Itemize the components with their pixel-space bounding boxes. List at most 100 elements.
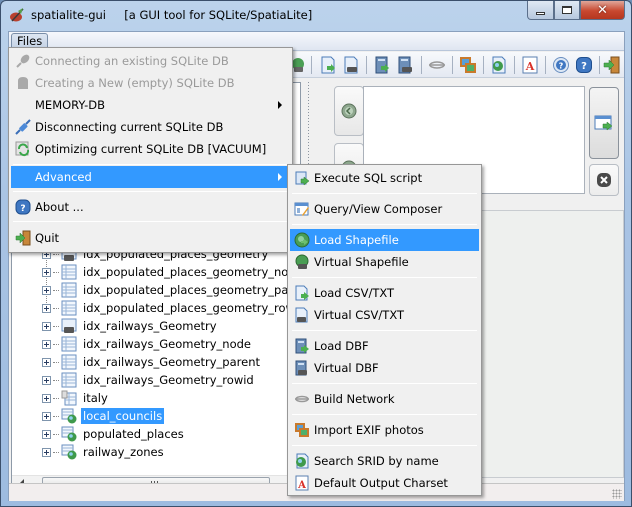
tree-connector — [53, 451, 59, 453]
tree-item-label: idx_populated_places_geometry_parent — [83, 283, 312, 297]
menu-item-label: Search SRID by name — [314, 454, 439, 468]
svg-text:?: ? — [20, 204, 25, 214]
menu-item-virtual-csv[interactable]: Virtual CSV/TXT — [290, 304, 479, 326]
expand-icon[interactable] — [42, 393, 51, 403]
toolbar-separator — [483, 56, 484, 74]
menu-separator — [292, 414, 477, 415]
expand-icon[interactable] — [42, 285, 51, 295]
svg-text:?: ? — [581, 61, 587, 72]
toolbar-help-icon[interactable]: ? — [552, 56, 570, 74]
tree-item[interactable]: populated_places — [42, 425, 186, 443]
submenu-arrow-icon — [278, 101, 282, 109]
menu-item-memory-db[interactable]: MEMORY-DB — [11, 94, 290, 116]
menu-item-about[interactable]: ? About ... — [11, 196, 290, 218]
view-icon — [61, 390, 77, 406]
expand-icon[interactable] — [42, 267, 51, 277]
tree-item-label: local_councils — [81, 408, 165, 424]
menu-item-label: Import EXIF photos — [314, 423, 424, 437]
close-button[interactable]: ✕ — [580, 1, 625, 20]
toolbar-virtual-dbf-icon[interactable] — [396, 56, 414, 74]
menu-item-label: Load CSV/TXT — [314, 286, 395, 300]
tree-item[interactable]: idx_populated_places_geometry_node — [42, 263, 305, 281]
clear-sql-button[interactable] — [589, 164, 619, 196]
minimize-button[interactable] — [527, 1, 554, 20]
expand-icon[interactable] — [42, 447, 51, 457]
tree-item[interactable]: railway_zones — [42, 443, 166, 461]
tree-item[interactable]: idx_railways_Geometry_rowid — [42, 371, 256, 389]
maximize-button[interactable] — [554, 1, 580, 20]
back-arrow-icon — [341, 103, 357, 119]
menu-item-build-network[interactable]: Build Network — [290, 388, 479, 410]
toolbar-quit-icon[interactable] — [603, 56, 621, 74]
geometry-table-icon — [61, 426, 77, 442]
tree-item-label: idx_railways_Geometry — [83, 319, 217, 333]
menu-item-virtual-dbf[interactable]: Virtual DBF — [290, 357, 479, 379]
title-bar[interactable]: spatialite-gui [a GUI tool for SQLite/Sp… — [1, 1, 631, 31]
toolbar-output-charset-icon[interactable]: A — [521, 56, 539, 74]
resize-grip-icon[interactable] — [612, 489, 622, 499]
tree-item-label: populated_places — [83, 427, 184, 441]
expand-icon[interactable] — [42, 339, 51, 349]
toolbar-import-exif-icon[interactable] — [459, 56, 477, 74]
menu-item-label: Optimizing current SQLite DB [VACUUM] — [35, 142, 267, 156]
tree-item-selected[interactable]: local_councils — [42, 407, 165, 425]
tree-connector — [53, 415, 59, 417]
expand-icon[interactable] — [42, 429, 51, 439]
menu-separator — [292, 445, 477, 446]
toolbar-load-csv-icon[interactable] — [319, 56, 337, 74]
menu-item-connect-db[interactable]: Connecting an existing SQLite DB — [11, 50, 290, 72]
tree-item[interactable]: italy — [42, 389, 110, 407]
expand-icon[interactable] — [42, 321, 51, 331]
minimize-icon — [536, 11, 545, 15]
virtual-dbf-icon — [295, 360, 307, 376]
expand-icon[interactable] — [42, 375, 51, 385]
menu-separator — [292, 277, 477, 278]
table-icon — [61, 336, 77, 352]
tree-connector — [53, 433, 59, 435]
menu-item-query-view-composer[interactable]: Query/View Composer — [290, 198, 479, 220]
expand-icon[interactable] — [42, 303, 51, 313]
menu-item-execute-sql-script[interactable]: Execute SQL script — [290, 167, 479, 189]
tree-connector — [53, 271, 59, 273]
query-composer-icon — [294, 202, 309, 216]
tree-item[interactable]: idx_populated_places_geometry_parent — [42, 281, 314, 299]
table-icon — [61, 264, 77, 280]
menu-item-load-csv[interactable]: Load CSV/TXT — [290, 282, 479, 304]
app-feather-icon — [10, 8, 24, 22]
load-csv-icon — [295, 285, 309, 301]
execute-sql-button[interactable] — [589, 87, 619, 159]
table-icon — [61, 300, 77, 316]
toolbar-search-srid-icon[interactable] — [490, 56, 508, 74]
toolbar-load-dbf-icon[interactable] — [373, 56, 391, 74]
tree-item-label: idx_railways_Geometry_node — [83, 337, 252, 351]
table-icon — [61, 282, 77, 298]
tree-item[interactable]: idx_populated_places_geometry_rowid — [42, 299, 307, 317]
toolbar-build-network-icon[interactable] — [428, 56, 446, 74]
tree-connector — [53, 361, 59, 363]
menu-item-advanced[interactable]: Advanced — [11, 166, 290, 188]
menu-item-import-exif[interactable]: Import EXIF photos — [290, 419, 479, 441]
toolbar-virtual-csv-icon[interactable] — [342, 56, 360, 74]
history-back-button[interactable] — [334, 86, 364, 136]
expand-icon[interactable] — [42, 357, 51, 367]
menu-item-output-charset[interactable]: A Default Output Charset — [290, 472, 479, 494]
submenu-arrow-icon — [278, 173, 282, 181]
tree-item[interactable]: idx_railways_Geometry — [42, 317, 219, 335]
menu-item-disconnect-db[interactable]: Disconnecting current SQLite DB — [11, 116, 290, 138]
menu-item-search-srid[interactable]: Search SRID by name — [290, 450, 479, 472]
menu-separator — [292, 224, 477, 225]
menu-item-virtual-shapefile[interactable]: Virtual Shapefile — [290, 251, 479, 273]
menu-item-vacuum-db[interactable]: Optimizing current SQLite DB [VACUUM] — [11, 138, 290, 160]
advanced-submenu: Execute SQL script Query/View Composer L… — [287, 164, 482, 496]
menu-item-quit[interactable]: Quit — [11, 227, 290, 249]
menu-item-label: Creating a New (empty) SQLite DB — [35, 76, 235, 90]
menu-item-load-dbf[interactable]: Load DBF — [290, 335, 479, 357]
menu-item-create-db[interactable]: Creating a New (empty) SQLite DB — [11, 72, 290, 94]
geometry-table-icon — [61, 408, 77, 424]
tree-item[interactable]: idx_railways_Geometry_parent — [42, 353, 262, 371]
menu-item-load-shapefile[interactable]: Load Shapefile — [290, 229, 479, 251]
tree-connector — [53, 343, 59, 345]
expand-icon[interactable] — [42, 411, 51, 421]
tree-item[interactable]: idx_railways_Geometry_node — [42, 335, 253, 353]
toolbar-about-icon[interactable]: ? — [575, 56, 593, 74]
